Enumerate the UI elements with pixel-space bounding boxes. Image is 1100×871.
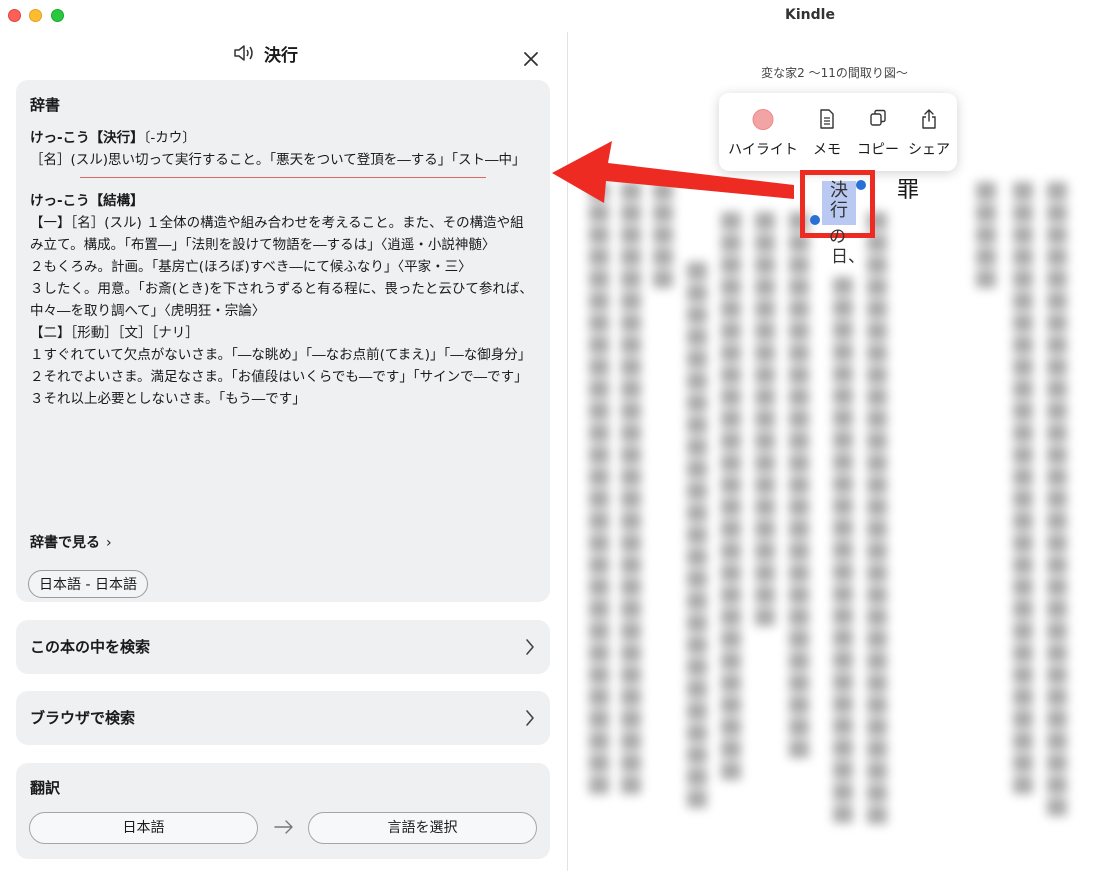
entry-headword: けっ-こう【決行】 (30, 130, 144, 146)
search-in-book-label: この本の中を検索 (30, 638, 151, 656)
highlight-color-icon (752, 109, 774, 130)
copy-button[interactable]: コピー (853, 93, 903, 171)
book-text-char: 日、 (831, 247, 865, 267)
copy-label: コピー (857, 142, 899, 158)
search-in-book-button[interactable]: この本の中を検索 (16, 620, 550, 674)
blurred-text-column (1011, 182, 1035, 798)
entry-line: ３したく。用意。「お斎(とき)を下されうずると有る程に、畏ったと云ひて参れば、中… (30, 281, 533, 319)
entry-line: １すぐれていて欠点がないさま。「―な眺め」「―なお点前(てまえ)」「―な御身分」 (30, 347, 532, 363)
blurred-text-column (1045, 182, 1069, 820)
blurred-text-column (865, 212, 889, 828)
blurred-text-column (753, 212, 777, 630)
blurred-text-column (587, 182, 611, 798)
entry-line: ２それでよいさま。満足なさま。「お値段はいくらでも―です」「サインで―です」 (30, 369, 528, 385)
chevron-right-icon (526, 710, 534, 726)
source-language-button[interactable]: 日本語 (29, 812, 258, 844)
dictionary-heading: 辞書 (30, 96, 61, 114)
translate-heading: 翻訳 (30, 779, 61, 797)
selection-handle-start[interactable] (856, 180, 866, 190)
copy-icon (870, 109, 886, 126)
entry-line: 【二】［形動］［文］［ナリ］ (30, 325, 199, 341)
share-icon (922, 109, 936, 129)
panel-title: 決行 (264, 46, 298, 66)
arrow-right-icon (274, 820, 293, 834)
book-text-char: 罪 (897, 178, 920, 203)
entry-line: ２もくろみ。計画。「基房亡(ほろぼ)すべき―にて候ふなり」〈平家・三〉 (30, 259, 472, 275)
title-bar[interactable]: Kindle (0, 0, 1100, 32)
search-in-browser-button[interactable]: ブラウザで検索 (16, 691, 550, 745)
see-in-dictionary-link[interactable]: 辞書で見る › (30, 532, 112, 552)
entry-line: 【一】［名］(スル) １全体の構造や組み合わせを考えること。また、その構造や組み… (30, 215, 524, 253)
panel-header: 決行 (0, 32, 568, 80)
speaker-icon[interactable] (232, 42, 256, 64)
callout-arrow (552, 141, 794, 203)
chevron-right-icon (526, 639, 534, 655)
see-in-dictionary-label: 辞書で見る (30, 535, 100, 551)
blurred-text-column (685, 262, 709, 812)
entry-reading: 〔-カウ〕 (143, 130, 196, 146)
close-icon[interactable] (520, 48, 542, 70)
divider (80, 177, 486, 178)
blurred-text-column (831, 277, 855, 827)
book-title: 変な家2 〜11の間取り図〜 (761, 66, 908, 80)
chevron-right-icon: › (106, 535, 112, 551)
entry-definition: ［名］(スル)思い切って実行すること。「悪天をついて登頂を―する」「スト―中」 (30, 152, 526, 168)
share-label: シェア (908, 142, 950, 158)
blurred-text-column (719, 212, 743, 784)
dictionary-selector[interactable]: 日本語 - 日本語 (28, 570, 148, 598)
blurred-text-column (974, 182, 998, 292)
dictionary-card: 辞書 けっ-こう【決行】〔-カウ〕 ［名］(スル)思い切って実行すること。「悪天… (16, 80, 550, 602)
share-button[interactable]: シェア (905, 93, 953, 171)
lookup-panel: 決行 辞書 けっ-こう【決行】〔-カウ〕 ［名］(スル)思い切って実行すること。… (0, 32, 568, 871)
search-in-browser-label: ブラウザで検索 (30, 709, 136, 727)
target-language-button[interactable]: 言語を選択 (308, 812, 537, 844)
translate-card: 翻訳 日本語 言語を選択 (16, 763, 550, 859)
dictionary-entry-kekkou-2: けっ-こう【結構】 【一】［名］(スル) １全体の構造や組み合わせを考えること。… (30, 190, 536, 410)
entry-line: ３それ以上必要としないさま。「もう―です」 (30, 391, 306, 407)
selection-handle-end[interactable] (810, 215, 820, 225)
dictionary-entry-kekkou-1: けっ-こう【決行】〔-カウ〕 ［名］(スル)思い切って実行すること。「悪天をつい… (30, 127, 536, 171)
kindle-window: Kindle 決行 辞書 けっ-こう【決行】〔-カウ〕 ［名］(スル)思い切って… (0, 0, 1100, 871)
window-minimize-button[interactable] (29, 9, 42, 22)
blurred-text-column (787, 212, 811, 762)
blurred-text-column (619, 182, 643, 798)
note-icon (820, 109, 834, 129)
app-title: Kindle (785, 7, 835, 23)
entry-headword: けっ-こう【結構】 (30, 193, 144, 209)
window-close-button[interactable] (8, 9, 21, 22)
window-maximize-button[interactable] (51, 9, 64, 22)
